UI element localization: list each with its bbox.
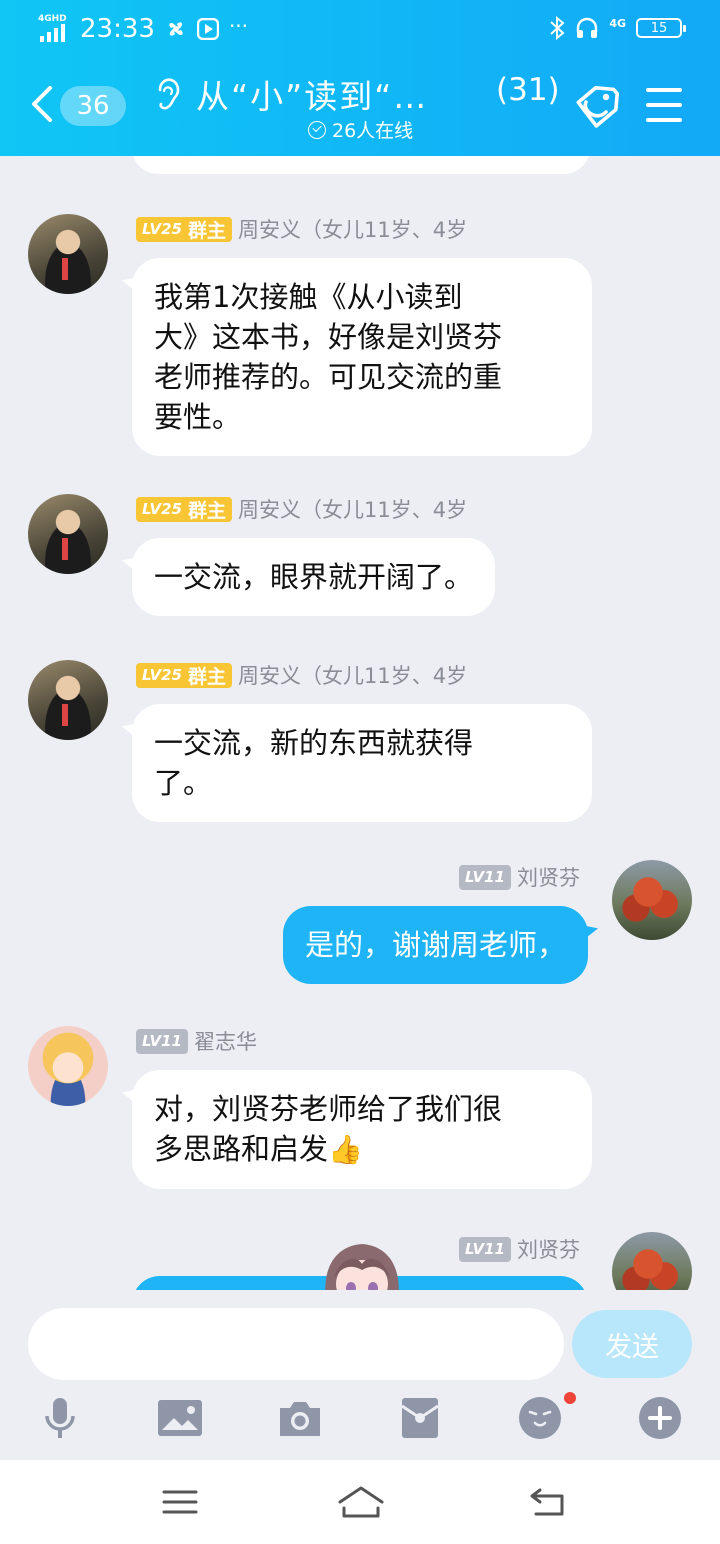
tag-link-icon[interactable] bbox=[572, 82, 622, 132]
message-text: 是的，谢谢周老师， bbox=[304, 928, 566, 962]
avatar[interactable] bbox=[612, 1232, 692, 1290]
plus-icon[interactable] bbox=[638, 1396, 682, 1440]
sender-meta: LV25 群主 周安义（女儿11岁、4岁 bbox=[136, 214, 467, 244]
sender-meta: LV11 翟志华 bbox=[136, 1026, 257, 1056]
sender-name[interactable]: 刘贤芬 bbox=[517, 1234, 580, 1264]
home-icon[interactable] bbox=[336, 1484, 386, 1520]
input-bar: 发送 bbox=[0, 1290, 720, 1460]
level-badge: LV11 bbox=[459, 1236, 511, 1262]
level-badge: LV25 群主 bbox=[136, 662, 232, 688]
camera-icon[interactable] bbox=[278, 1396, 322, 1440]
message-text: 我第1次接触《从小读到 bbox=[154, 280, 463, 314]
ear-icon[interactable] bbox=[152, 76, 182, 112]
recent-apps-icon[interactable] bbox=[160, 1484, 200, 1520]
unread-count-badge[interactable]: 36 bbox=[60, 86, 126, 126]
chat-header: 4GHD 23:33 ··· 4G 15 36 从“小”读到“… (31) 26… bbox=[0, 0, 720, 156]
send-button[interactable]: 发送 bbox=[572, 1310, 692, 1378]
message-bubble[interactable]: 一交流，新的东西就获得 了。 bbox=[132, 704, 592, 822]
status-time: 23:33 bbox=[80, 14, 155, 44]
message-text: 对，刘贤芬老师给了我们很 bbox=[154, 1092, 503, 1126]
sender-meta: LV11 刘贤芬 bbox=[459, 862, 580, 892]
headphones-icon bbox=[577, 17, 598, 38]
battery-icon: 15 bbox=[636, 18, 686, 38]
title-bar: 36 从“小”读到“… (31) 26人在线 bbox=[0, 62, 720, 152]
message-bubble[interactable]: 一交流，眼界就开阔了。 bbox=[132, 538, 496, 616]
message-text: 一交流，新的东西就获得 bbox=[154, 726, 474, 760]
avatar[interactable] bbox=[28, 494, 108, 574]
back-icon[interactable] bbox=[528, 1484, 568, 1520]
sender-name[interactable]: 周安义（女儿11岁、4岁 bbox=[238, 494, 467, 524]
toolbar bbox=[0, 1396, 720, 1448]
avatar[interactable] bbox=[28, 214, 108, 294]
network-type-label: 4GHD bbox=[38, 14, 67, 24]
message-text: 大》这本书，好像是刘贤芬 bbox=[154, 320, 503, 354]
message-text: 要性。 bbox=[154, 400, 242, 434]
message-input[interactable] bbox=[28, 1308, 564, 1380]
status-bar: 4GHD 23:33 ··· 4G 15 bbox=[0, 0, 720, 58]
microphone-icon[interactable] bbox=[38, 1396, 82, 1440]
level-badge: LV11 bbox=[136, 1028, 188, 1054]
message-bubble[interactable]: 我第1次接触《从小读到 大》这本书，好像是刘贤芬 老师推荐的。可见交流的重 要性… bbox=[132, 258, 592, 456]
message-list[interactable]: LV25 群主 周安义（女儿11岁、4岁 我第1次接触《从小读到 大》这本书，好像… bbox=[0, 156, 720, 1290]
sender-name[interactable]: 周安义（女儿11岁、4岁 bbox=[238, 214, 467, 244]
thumbs-up-emoji: 👍 bbox=[328, 1133, 363, 1166]
sender-meta: LV25 群主 周安义（女儿11岁、4岁 bbox=[136, 660, 467, 690]
message-text: 老师推荐的。可见交流的重 bbox=[154, 360, 503, 394]
anime-sticker-icon bbox=[325, 1244, 399, 1290]
message-text: 一交流，眼界就开阔了。 bbox=[154, 560, 474, 594]
avatar[interactable] bbox=[28, 660, 108, 740]
level-badge: LV25 群主 bbox=[136, 216, 232, 242]
sender-name[interactable]: 刘贤芬 bbox=[517, 862, 580, 892]
sender-meta: LV25 群主 周安义（女儿11岁、4岁 bbox=[136, 494, 467, 524]
fan-icon bbox=[169, 22, 183, 36]
more-notifications: ··· bbox=[228, 14, 249, 38]
message-text: 多思路和启发 bbox=[154, 1132, 329, 1166]
group-title[interactable]: 从“小”读到“… bbox=[196, 70, 428, 118]
check-circle-icon bbox=[308, 120, 326, 139]
emoji-icon[interactable] bbox=[518, 1396, 562, 1440]
signal-icon: 4GHD bbox=[38, 14, 70, 42]
message-bubble[interactable]: 是的，谢谢周老师， bbox=[282, 906, 588, 984]
battery-level: 15 bbox=[650, 20, 668, 36]
network-4g-label: 4G bbox=[609, 16, 626, 30]
menu-icon[interactable] bbox=[646, 88, 682, 122]
message-text: 了。 bbox=[154, 766, 213, 800]
avatar[interactable] bbox=[28, 1026, 108, 1106]
system-navigation-bar bbox=[0, 1460, 720, 1544]
online-count-label: 26人在线 bbox=[332, 120, 414, 142]
online-status[interactable]: 26人在线 bbox=[308, 116, 413, 143]
message-bubble[interactable]: 对，刘贤芬老师给了我们很 多思路和启发👍 bbox=[132, 1070, 592, 1189]
level-badge: LV25 群主 bbox=[136, 496, 232, 522]
red-packet-icon[interactable] bbox=[398, 1396, 442, 1440]
notification-dot bbox=[564, 1392, 576, 1404]
sender-meta: LV11 刘贤芬 bbox=[459, 1234, 580, 1264]
play-icon bbox=[196, 18, 219, 40]
image-icon[interactable] bbox=[158, 1396, 202, 1440]
bluetooth-icon bbox=[550, 16, 565, 40]
sender-name[interactable]: 周安义（女儿11岁、4岁 bbox=[238, 660, 467, 690]
back-arrow-icon[interactable] bbox=[30, 84, 54, 124]
avatar[interactable] bbox=[612, 860, 692, 940]
sender-name[interactable]: 翟志华 bbox=[194, 1026, 257, 1056]
previous-message-bubble[interactable] bbox=[132, 156, 590, 174]
level-badge: LV11 bbox=[459, 864, 511, 890]
member-count[interactable]: (31) bbox=[496, 72, 560, 108]
